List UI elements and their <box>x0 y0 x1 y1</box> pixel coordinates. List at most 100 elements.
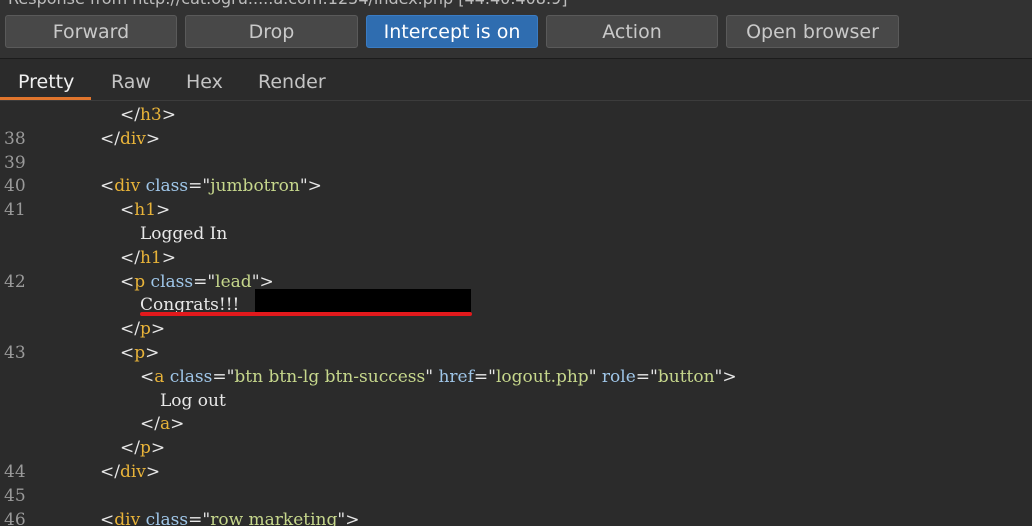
code-text: <a class="btn btn-lg btn-success" href="… <box>140 365 737 389</box>
code-text: </p> <box>120 436 165 460</box>
code-token: < <box>140 366 155 387</box>
code-token: </ <box>120 438 140 459</box>
code-token: =" <box>193 271 216 292</box>
code-token: </ <box>120 319 140 340</box>
code-text: </p> <box>120 317 165 341</box>
proxy-toolbar: Response from http://cat.ogru.....a.com:… <box>0 0 1032 59</box>
tab-raw[interactable]: Raw <box>111 71 151 93</box>
code-token: > <box>156 200 171 221</box>
code-line: 40 <div class="jumbotron"> <box>0 174 1032 198</box>
line-number: 40 <box>4 176 26 197</box>
code-line: 38 </div> <box>0 127 1032 151</box>
code-token: Log out <box>160 390 226 411</box>
code-token: Logged In <box>140 224 228 244</box>
attribute-value: btn btn-lg btn-success <box>234 366 426 387</box>
tag-name: div <box>114 509 141 526</box>
active-tab-indicator <box>0 97 91 100</box>
view-tabs: Pretty Raw Hex Render <box>0 59 1032 101</box>
attribute-value: lead <box>215 271 252 292</box>
code-token: "> <box>299 176 322 197</box>
tag-name: p <box>134 343 146 363</box>
code-token: > <box>150 319 166 340</box>
code-token: =" <box>635 366 658 387</box>
code-line: 45 <box>0 484 1032 508</box>
code-token: " <box>588 366 602 387</box>
code-token: </ <box>140 414 160 435</box>
tag-name: a <box>154 366 165 387</box>
line-number: 39 <box>4 152 26 173</box>
intercept-toggle-button[interactable]: Intercept is on <box>366 15 538 48</box>
line-number: 44 <box>4 462 26 482</box>
window-title: Response from http://cat.ogru.....a.com:… <box>8 0 567 8</box>
code-token: > <box>145 343 160 363</box>
code-line: </p> <box>0 317 1032 341</box>
code-token: > <box>170 414 185 435</box>
tab-render[interactable]: Render <box>258 71 326 93</box>
code-token: " <box>425 366 439 387</box>
action-button[interactable]: Action <box>546 15 718 48</box>
code-text: <h1> <box>120 198 170 222</box>
code-token: > <box>145 462 161 482</box>
redaction-box <box>255 289 471 314</box>
code-line: Log out <box>0 389 1032 413</box>
tag-name: p <box>134 271 146 292</box>
code-token: > <box>161 105 176 125</box>
code-line: </h3> <box>0 103 1032 127</box>
code-token: </ <box>100 462 120 482</box>
code-token: =" <box>188 176 211 197</box>
code-token: =" <box>473 366 496 387</box>
annotation-underline <box>140 312 472 316</box>
code-text: Log out <box>160 389 226 413</box>
code-token: < <box>120 271 135 292</box>
attribute-value: jumbotron <box>210 176 300 197</box>
open-browser-button[interactable]: Open browser <box>726 15 899 48</box>
line-number: 38 <box>4 128 26 149</box>
attribute-name: class <box>145 509 189 526</box>
tag-name: div <box>119 128 146 149</box>
tab-pretty[interactable]: Pretty <box>18 71 74 93</box>
code-token: > <box>161 247 176 268</box>
code-line: </a> <box>0 412 1032 436</box>
tag-name: div <box>114 176 141 197</box>
line-number: 41 <box>4 200 26 221</box>
code-line: </h1> <box>0 246 1032 270</box>
attribute-name: class <box>150 271 194 292</box>
code-line: 43 <p> <box>0 341 1032 365</box>
tag-name: h3 <box>139 105 162 125</box>
code-token: </ <box>100 128 120 149</box>
attribute-name: role <box>601 366 636 387</box>
tag-name: p <box>139 438 151 459</box>
code-token: "> <box>714 366 737 387</box>
code-token: < <box>120 200 135 221</box>
attribute-value: row marketing <box>210 509 338 526</box>
code-token: =" <box>212 366 235 387</box>
code-text: </h3> <box>120 103 176 127</box>
forward-button[interactable]: Forward <box>5 15 177 48</box>
drop-button[interactable]: Drop <box>185 15 358 48</box>
attribute-name: class <box>145 176 189 197</box>
tab-hex[interactable]: Hex <box>186 71 223 93</box>
code-token: </ <box>120 105 140 125</box>
code-token: "> <box>337 509 360 526</box>
code-text: Logged In <box>140 222 227 246</box>
attribute-name: href <box>438 366 474 387</box>
attribute-value: logout.php <box>496 366 589 387</box>
tag-name: h1 <box>134 200 157 221</box>
attribute-value: button <box>657 366 715 387</box>
code-text: <div class="row marketing"> <box>100 508 359 526</box>
code-token: > <box>150 438 166 459</box>
code-line: 44 </div> <box>0 460 1032 484</box>
tag-name: h1 <box>139 247 162 268</box>
line-number: 45 <box>4 485 26 506</box>
code-text: </div> <box>100 127 160 151</box>
line-number: 42 <box>4 271 26 292</box>
attribute-name: class <box>169 366 213 387</box>
response-code-editor[interactable]: </h3> 38 </div> 39 40 <div class="jumbotron">… <box>0 101 1032 526</box>
code-line: Logged In <box>0 222 1032 246</box>
code-line: 41 <h1> <box>0 198 1032 222</box>
code-line: 39 <box>0 151 1032 175</box>
code-token: </ <box>120 247 140 268</box>
code-text: </div> <box>100 460 160 484</box>
code-text: <p> <box>120 341 159 365</box>
code-line: 46 <div class="row marketing"> <box>0 508 1032 526</box>
